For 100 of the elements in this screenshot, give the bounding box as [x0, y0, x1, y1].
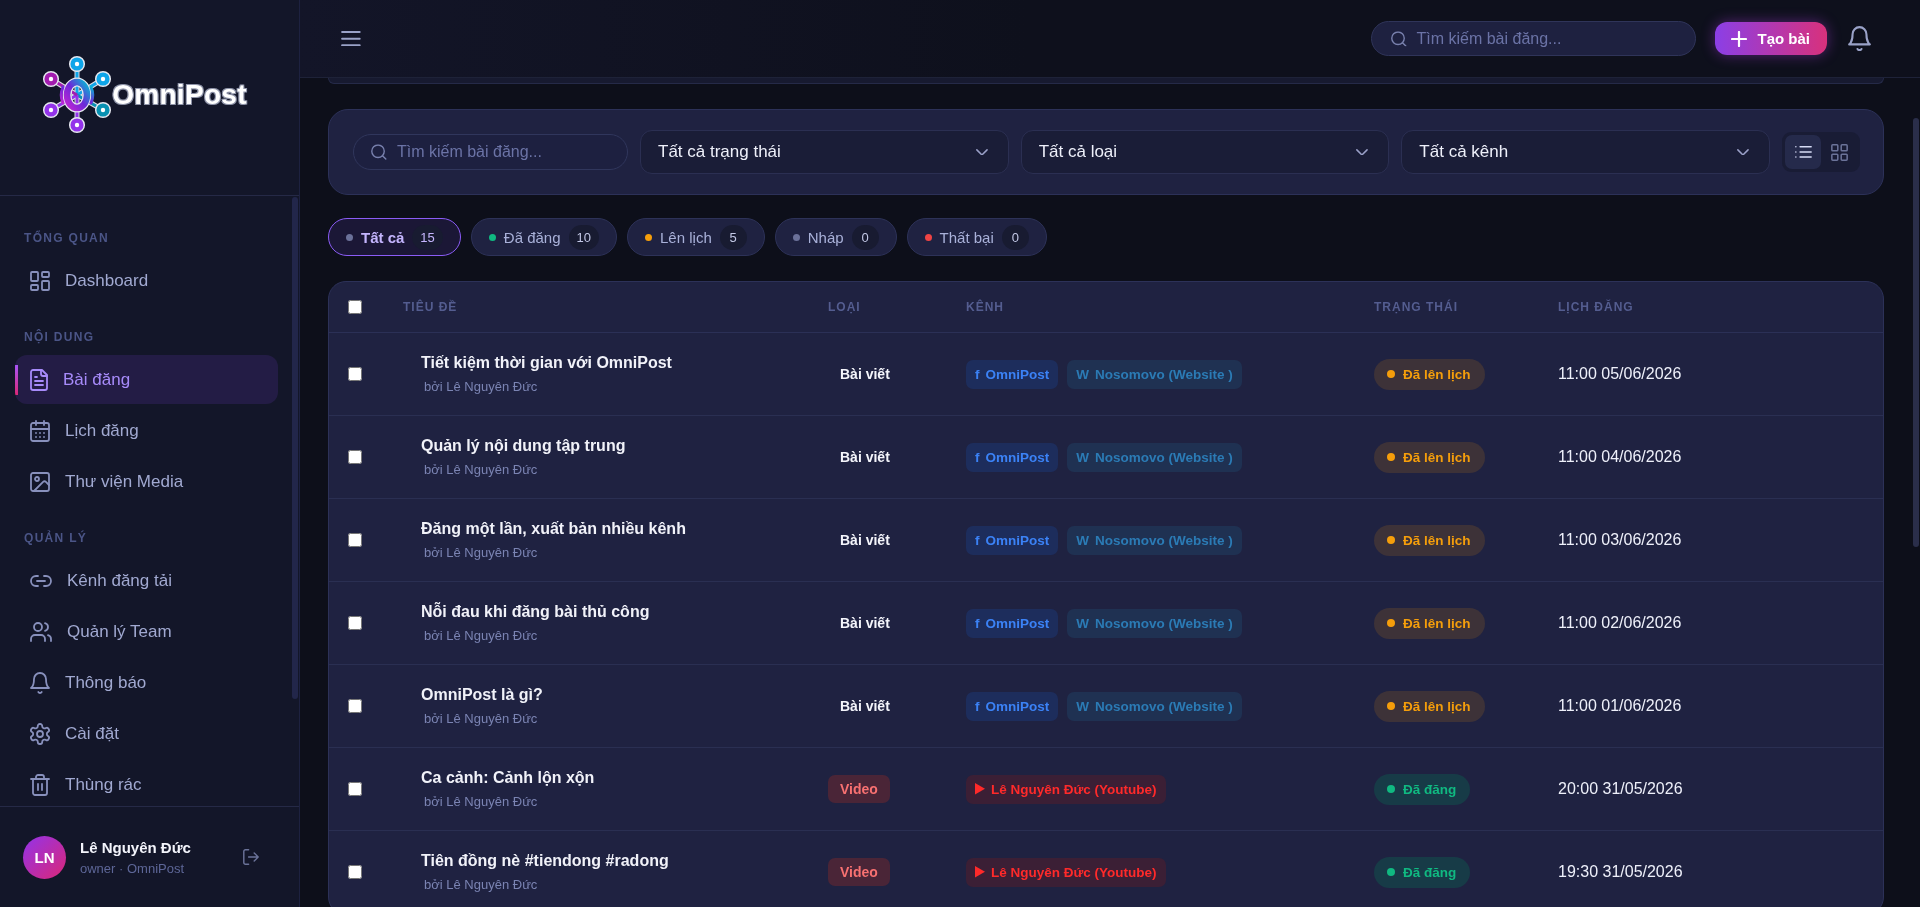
post-title[interactable]: Quản lý nội dung tập trung: [421, 437, 626, 455]
channel-letter: W: [1076, 366, 1089, 382]
post-title[interactable]: Ca cảnh: Cảnh lộn xộn: [421, 769, 595, 787]
post-title[interactable]: Tiết kiệm thời gian với OmniPost: [421, 354, 672, 372]
nav-item[interactable]: Lịch đăng: [15, 406, 278, 455]
column-header: TIÊU ĐỀ: [403, 300, 458, 314]
user-avatar: LN: [23, 835, 66, 879]
filter-select[interactable]: Tất cả kênh: [1401, 130, 1770, 174]
tab-count: 0: [1001, 224, 1029, 250]
status-label: Đã lên lịch: [1403, 366, 1471, 382]
channel-name: OmniPost: [985, 366, 1050, 382]
channel-letter: f: [975, 366, 980, 382]
search-icon: [371, 144, 387, 160]
row-checkbox[interactable]: [348, 367, 362, 381]
user-role: owner · OmniPost: [80, 860, 185, 876]
logo-text: OmniPost: [112, 78, 247, 111]
schedule-time: 11:00 02/06/2026: [1558, 614, 1682, 632]
column-header: LỊCH ĐĂNG: [1558, 300, 1634, 314]
view-button[interactable]: [1785, 135, 1821, 169]
grid-icon: [30, 270, 50, 291]
post-author: bởi Lê Nguyên Đức: [424, 462, 538, 477]
post-type: Bài viết: [839, 448, 891, 467]
document-icon: [30, 368, 48, 391]
post-type: Bài viết: [839, 614, 891, 633]
row-checkbox[interactable]: [348, 616, 362, 630]
nav-item[interactable]: Thùng rác: [15, 760, 278, 806]
schedule-time: 11:00 01/06/2026: [1558, 697, 1682, 715]
logout-icon[interactable]: [243, 849, 259, 865]
channel-name: OmniPost: [985, 449, 1050, 465]
user-name: Lê Nguyên Đức: [80, 838, 191, 856]
bell-icon: [30, 671, 50, 694]
channel-letter: W: [1076, 698, 1089, 714]
channel-name: Nosomovo (Website ): [1095, 366, 1233, 382]
channel-name: Nosomovo (Website ): [1095, 532, 1233, 548]
post-title[interactable]: Nỗi đau khi đăng bài thủ công: [421, 603, 650, 621]
channel-name: Nosomovo (Website ): [1095, 615, 1233, 631]
filter-tab[interactable]: Nháp 0: [774, 218, 897, 256]
filter-select[interactable]: Tất cả loại: [1020, 130, 1390, 174]
status-dot: [1387, 702, 1395, 710]
row-checkbox[interactable]: [348, 450, 362, 464]
hub-logo-icon: [42, 55, 113, 134]
channel-name: Nosomovo (Website ): [1095, 449, 1233, 465]
channel-name: OmniPost: [985, 532, 1050, 548]
chevron-icon: [1737, 148, 1749, 156]
channel-letter: f: [975, 615, 980, 631]
scrollbar-thumb[interactable]: [1913, 118, 1919, 547]
post-author: bởi Lê Nguyên Đức: [424, 379, 538, 394]
nav-item[interactable]: Quản lý Team: [15, 607, 278, 656]
select-all-checkbox[interactable]: [348, 300, 362, 314]
nav-item[interactable]: Cài đặt: [15, 709, 278, 758]
filter-tab[interactable]: Lên lịch 5: [627, 218, 765, 256]
nav-item[interactable]: Thông báo: [15, 658, 278, 707]
status-dot: [1387, 785, 1395, 793]
bell-icon[interactable]: [1848, 25, 1871, 52]
search-icon: [1391, 30, 1408, 47]
status-label: Đã lên lịch: [1403, 615, 1471, 631]
filter-select[interactable]: Tất cả trạng thái: [640, 130, 1009, 174]
channel-name: Nosomovo (Website ): [1095, 698, 1233, 714]
post-type: Video: [828, 775, 890, 803]
post-title[interactable]: OmniPost là gì?: [421, 686, 543, 704]
channel-letter: f: [975, 532, 980, 548]
channel-letter: W: [1076, 615, 1089, 631]
post-title[interactable]: Tiên đồng nè #tiendong #radong: [421, 852, 669, 870]
nav-item[interactable]: Bài đăng: [15, 355, 278, 404]
post-author: bởi Lê Nguyên Đức: [424, 877, 538, 892]
menu-icon[interactable]: [341, 30, 361, 47]
column-header: LOẠI: [828, 300, 861, 314]
search-field[interactable]: Tìm kiếm bài đăng...: [1371, 21, 1697, 56]
schedule-time: 19:30 31/05/2026: [1558, 863, 1683, 881]
post-title[interactable]: Đăng một lần, xuất bản nhiều kênh: [421, 520, 686, 538]
post-type: Bài viết: [839, 531, 891, 550]
post-author: bởi Lê Nguyên Đức: [424, 711, 538, 726]
row-checkbox[interactable]: [348, 782, 362, 796]
schedule-time: 11:00 05/06/2026: [1558, 365, 1682, 383]
tab-count: 5: [719, 224, 747, 250]
status-label: Đã đăng: [1403, 781, 1457, 797]
create-post-button[interactable]: Tạo bài: [1715, 22, 1827, 55]
scrollbar-thumb[interactable]: [292, 197, 298, 699]
play-icon: [975, 783, 986, 795]
nav-item[interactable]: Thư viện Media: [15, 457, 278, 506]
row-checkbox[interactable]: [348, 865, 362, 879]
post-type: Bài viết: [839, 697, 891, 716]
filter-tab[interactable]: Tất cả 15: [328, 218, 461, 256]
channel-letter: f: [975, 698, 980, 714]
search-field[interactable]: Tìm kiếm bài đăng...: [353, 134, 628, 170]
row-checkbox[interactable]: [348, 533, 362, 547]
filter-tab[interactable]: Đã đăng 10: [470, 218, 617, 256]
column-header: KÊNH: [966, 300, 1004, 314]
nav-item[interactable]: Kênh đăng tải: [15, 556, 278, 605]
nav-item[interactable]: Dashboard: [15, 256, 278, 305]
status-label: Đã lên lịch: [1403, 698, 1471, 714]
post-author: bởi Lê Nguyên Đức: [424, 545, 538, 560]
channel-name: OmniPost: [985, 615, 1050, 631]
schedule-time: 11:00 03/06/2026: [1558, 531, 1682, 549]
column-header: TRẠNG THÁI: [1374, 300, 1458, 314]
status-dot: [1387, 370, 1395, 378]
channel-name: Lê Nguyên Đức (Youtube): [991, 864, 1157, 880]
tab-count: 0: [851, 224, 879, 250]
filter-tab[interactable]: Thất bại 0: [906, 218, 1047, 256]
row-checkbox[interactable]: [348, 699, 362, 713]
